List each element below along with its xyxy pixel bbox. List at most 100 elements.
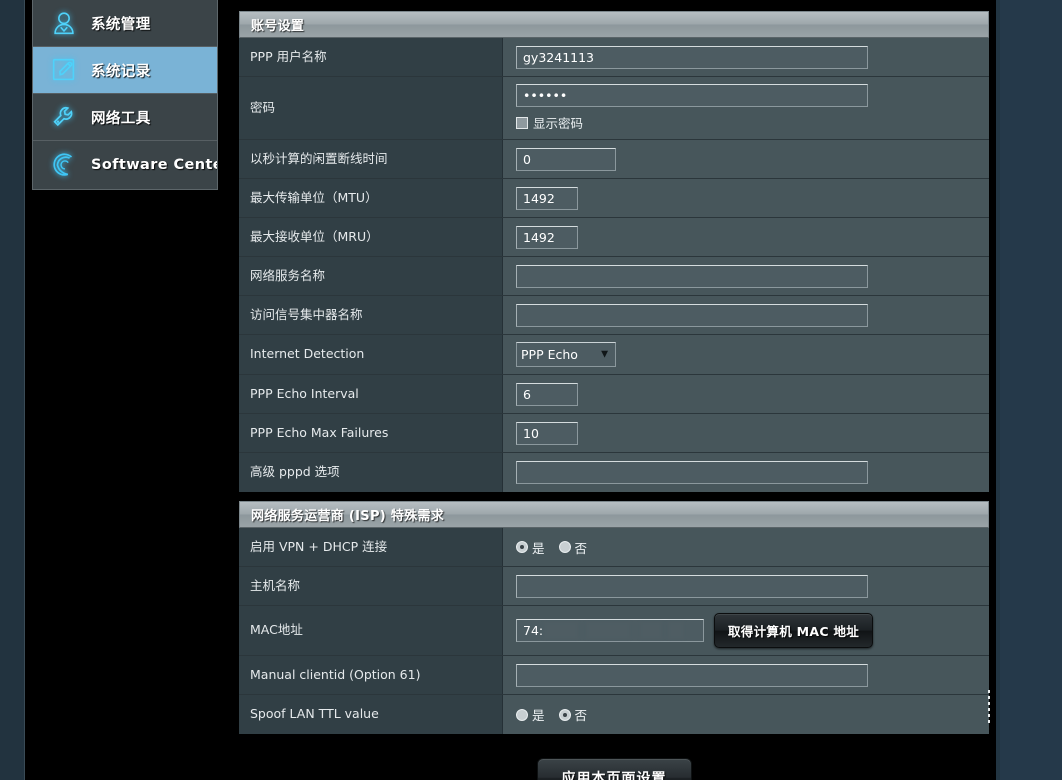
row-label: 网络服务名称 <box>239 257 503 295</box>
sidebar-item-network-tools[interactable]: 网络工具 <box>33 94 217 141</box>
get-computer-mac-button[interactable]: 取得计算机 MAC 地址 <box>714 613 873 648</box>
radio-label: 否 <box>575 705 588 724</box>
show-password-checkbox[interactable] <box>516 117 528 129</box>
isp-requirements-header: 网络服务运营商 (ISP) 特殊需求 <box>239 501 989 528</box>
internet-detection-select[interactable]: PPP EchoDNS ProbeDisable <box>516 342 616 367</box>
row-label: PPP Echo Interval <box>239 375 503 413</box>
row-label: 启用 VPN + DHCP 连接 <box>239 528 503 566</box>
mru-input[interactable] <box>516 226 578 249</box>
row-value <box>503 218 989 256</box>
advanced-pppd-options-input[interactable] <box>516 461 868 484</box>
row-advanced-pppd-options: 高级 pppd 选项 <box>239 453 989 492</box>
row-value <box>503 179 989 217</box>
debian-swirl-icon <box>47 148 81 182</box>
footer-actions: 应用本页面设置 <box>239 743 989 780</box>
sidebar-item-software-center[interactable]: Software Center <box>33 141 217 188</box>
row-service-name: 网络服务名称 <box>239 257 989 296</box>
radio-indicator[interactable] <box>559 709 571 721</box>
vpn-dhcp-radio-no[interactable]: 否 <box>559 538 588 557</box>
row-mru: 最大接收单位（MRU） <box>239 218 989 257</box>
wrench-tool-icon <box>47 100 81 134</box>
ppp-username-input[interactable] <box>516 46 868 69</box>
row-ppp-username: PPP 用户名称 <box>239 38 989 77</box>
row-value <box>503 38 989 76</box>
row-idle-disconnect-time: 以秒计算的闲置断线时间 <box>239 140 989 179</box>
radio-indicator[interactable] <box>516 709 528 721</box>
row-password: 密码 显示密码 <box>239 77 989 140</box>
sidebar-item-label: 系统记录 <box>91 60 151 81</box>
row-value: 是 否 <box>503 695 989 734</box>
row-label: PPP 用户名称 <box>239 38 503 76</box>
row-value: 取得计算机 MAC 地址 <box>503 606 989 655</box>
row-access-concentrator: 访问信号集中器名称 <box>239 296 989 335</box>
row-vpn-dhcp: 启用 VPN + DHCP 连接 是 否 <box>239 528 989 567</box>
sidebar-item-label: Software Center <box>91 157 218 173</box>
sidebar-item-label: 系统管理 <box>91 13 151 34</box>
row-label: 访问信号集中器名称 <box>239 296 503 334</box>
row-label: 主机名称 <box>239 567 503 605</box>
radio-label: 是 <box>532 705 545 724</box>
radio-label: 否 <box>575 538 588 557</box>
service-name-input[interactable] <box>516 265 868 288</box>
row-value <box>503 140 989 178</box>
user-admin-icon <box>47 6 81 40</box>
row-value <box>503 296 989 334</box>
show-password-checkbox-wrap[interactable]: 显示密码 <box>516 113 583 132</box>
manual-clientid-input[interactable] <box>516 664 868 687</box>
router-config-page: 系统管理 系统记录 网络工具 <box>0 0 1062 780</box>
row-value <box>503 453 989 492</box>
mac-address-field-wrap <box>516 619 704 642</box>
row-ppp-echo-interval: PPP Echo Interval <box>239 375 989 414</box>
idle-disconnect-input[interactable] <box>516 148 616 171</box>
row-label: PPP Echo Max Failures <box>239 414 503 452</box>
password-input[interactable] <box>516 84 868 107</box>
row-label: Internet Detection <box>239 335 503 374</box>
sidebar-item-label: 网络工具 <box>91 107 151 128</box>
mac-address-input[interactable] <box>516 619 704 642</box>
row-mac-address: MAC地址 取得计算机 MAC 地址 <box>239 606 989 656</box>
log-pencil-icon <box>47 53 81 87</box>
radio-indicator[interactable] <box>559 541 571 553</box>
row-value <box>503 257 989 295</box>
row-label: Manual clientid (Option 61) <box>239 656 503 694</box>
radio-label: 是 <box>532 538 545 557</box>
scrollbar-indicator[interactable] <box>988 690 990 724</box>
row-value <box>503 567 989 605</box>
row-internet-detection: Internet Detection PPP EchoDNS ProbeDisa… <box>239 335 989 375</box>
row-manual-clientid: Manual clientid (Option 61) <box>239 656 989 695</box>
left-edge-strip <box>0 0 25 780</box>
sidebar-nav: 系统管理 系统记录 网络工具 <box>32 0 218 190</box>
sidebar-item-system-log[interactable]: 系统记录 <box>33 47 217 94</box>
row-value <box>503 375 989 413</box>
access-concentrator-input[interactable] <box>516 304 868 327</box>
apply-settings-button[interactable]: 应用本页面设置 <box>537 758 692 780</box>
ppp-echo-max-failures-input[interactable] <box>516 422 578 445</box>
row-value: 显示密码 <box>503 77 989 139</box>
row-label: 以秒计算的闲置断线时间 <box>239 140 503 178</box>
ppp-echo-interval-input[interactable] <box>516 383 578 406</box>
row-hostname: 主机名称 <box>239 567 989 606</box>
row-value: PPP EchoDNS ProbeDisable ▼ <box>503 335 989 374</box>
spoof-ttl-radio-yes[interactable]: 是 <box>516 705 545 724</box>
vpn-dhcp-radio-yes[interactable]: 是 <box>516 538 545 557</box>
row-value <box>503 414 989 452</box>
hostname-input[interactable] <box>516 575 868 598</box>
internet-detection-select-wrap[interactable]: PPP EchoDNS ProbeDisable ▼ <box>516 342 616 367</box>
row-value: 是 否 <box>503 528 989 566</box>
vpn-dhcp-radio-group: 是 否 <box>516 538 587 557</box>
spoof-ttl-radio-no[interactable]: 否 <box>559 705 588 724</box>
sidebar-item-system-admin[interactable]: 系统管理 <box>33 0 217 47</box>
row-label: 密码 <box>239 77 503 139</box>
right-background-panel <box>1000 0 1062 780</box>
row-label: MAC地址 <box>239 606 503 655</box>
row-label: Spoof LAN TTL value <box>239 695 503 734</box>
isp-requirements-panel: 网络服务运营商 (ISP) 特殊需求 启用 VPN + DHCP 连接 是 否 <box>239 501 989 734</box>
row-spoof-lan-ttl: Spoof LAN TTL value 是 否 <box>239 695 989 734</box>
mtu-input[interactable] <box>516 187 578 210</box>
radio-indicator[interactable] <box>516 541 528 553</box>
row-ppp-echo-max-failures: PPP Echo Max Failures <box>239 414 989 453</box>
main-content: 账号设置 PPP 用户名称 密码 显示密码 以秒计算的闲置断线时间 <box>239 11 989 780</box>
spoof-ttl-radio-group: 是 否 <box>516 705 587 724</box>
row-mtu: 最大传输单位（MTU） <box>239 179 989 218</box>
account-settings-panel: 账号设置 PPP 用户名称 密码 显示密码 以秒计算的闲置断线时间 <box>239 11 989 492</box>
